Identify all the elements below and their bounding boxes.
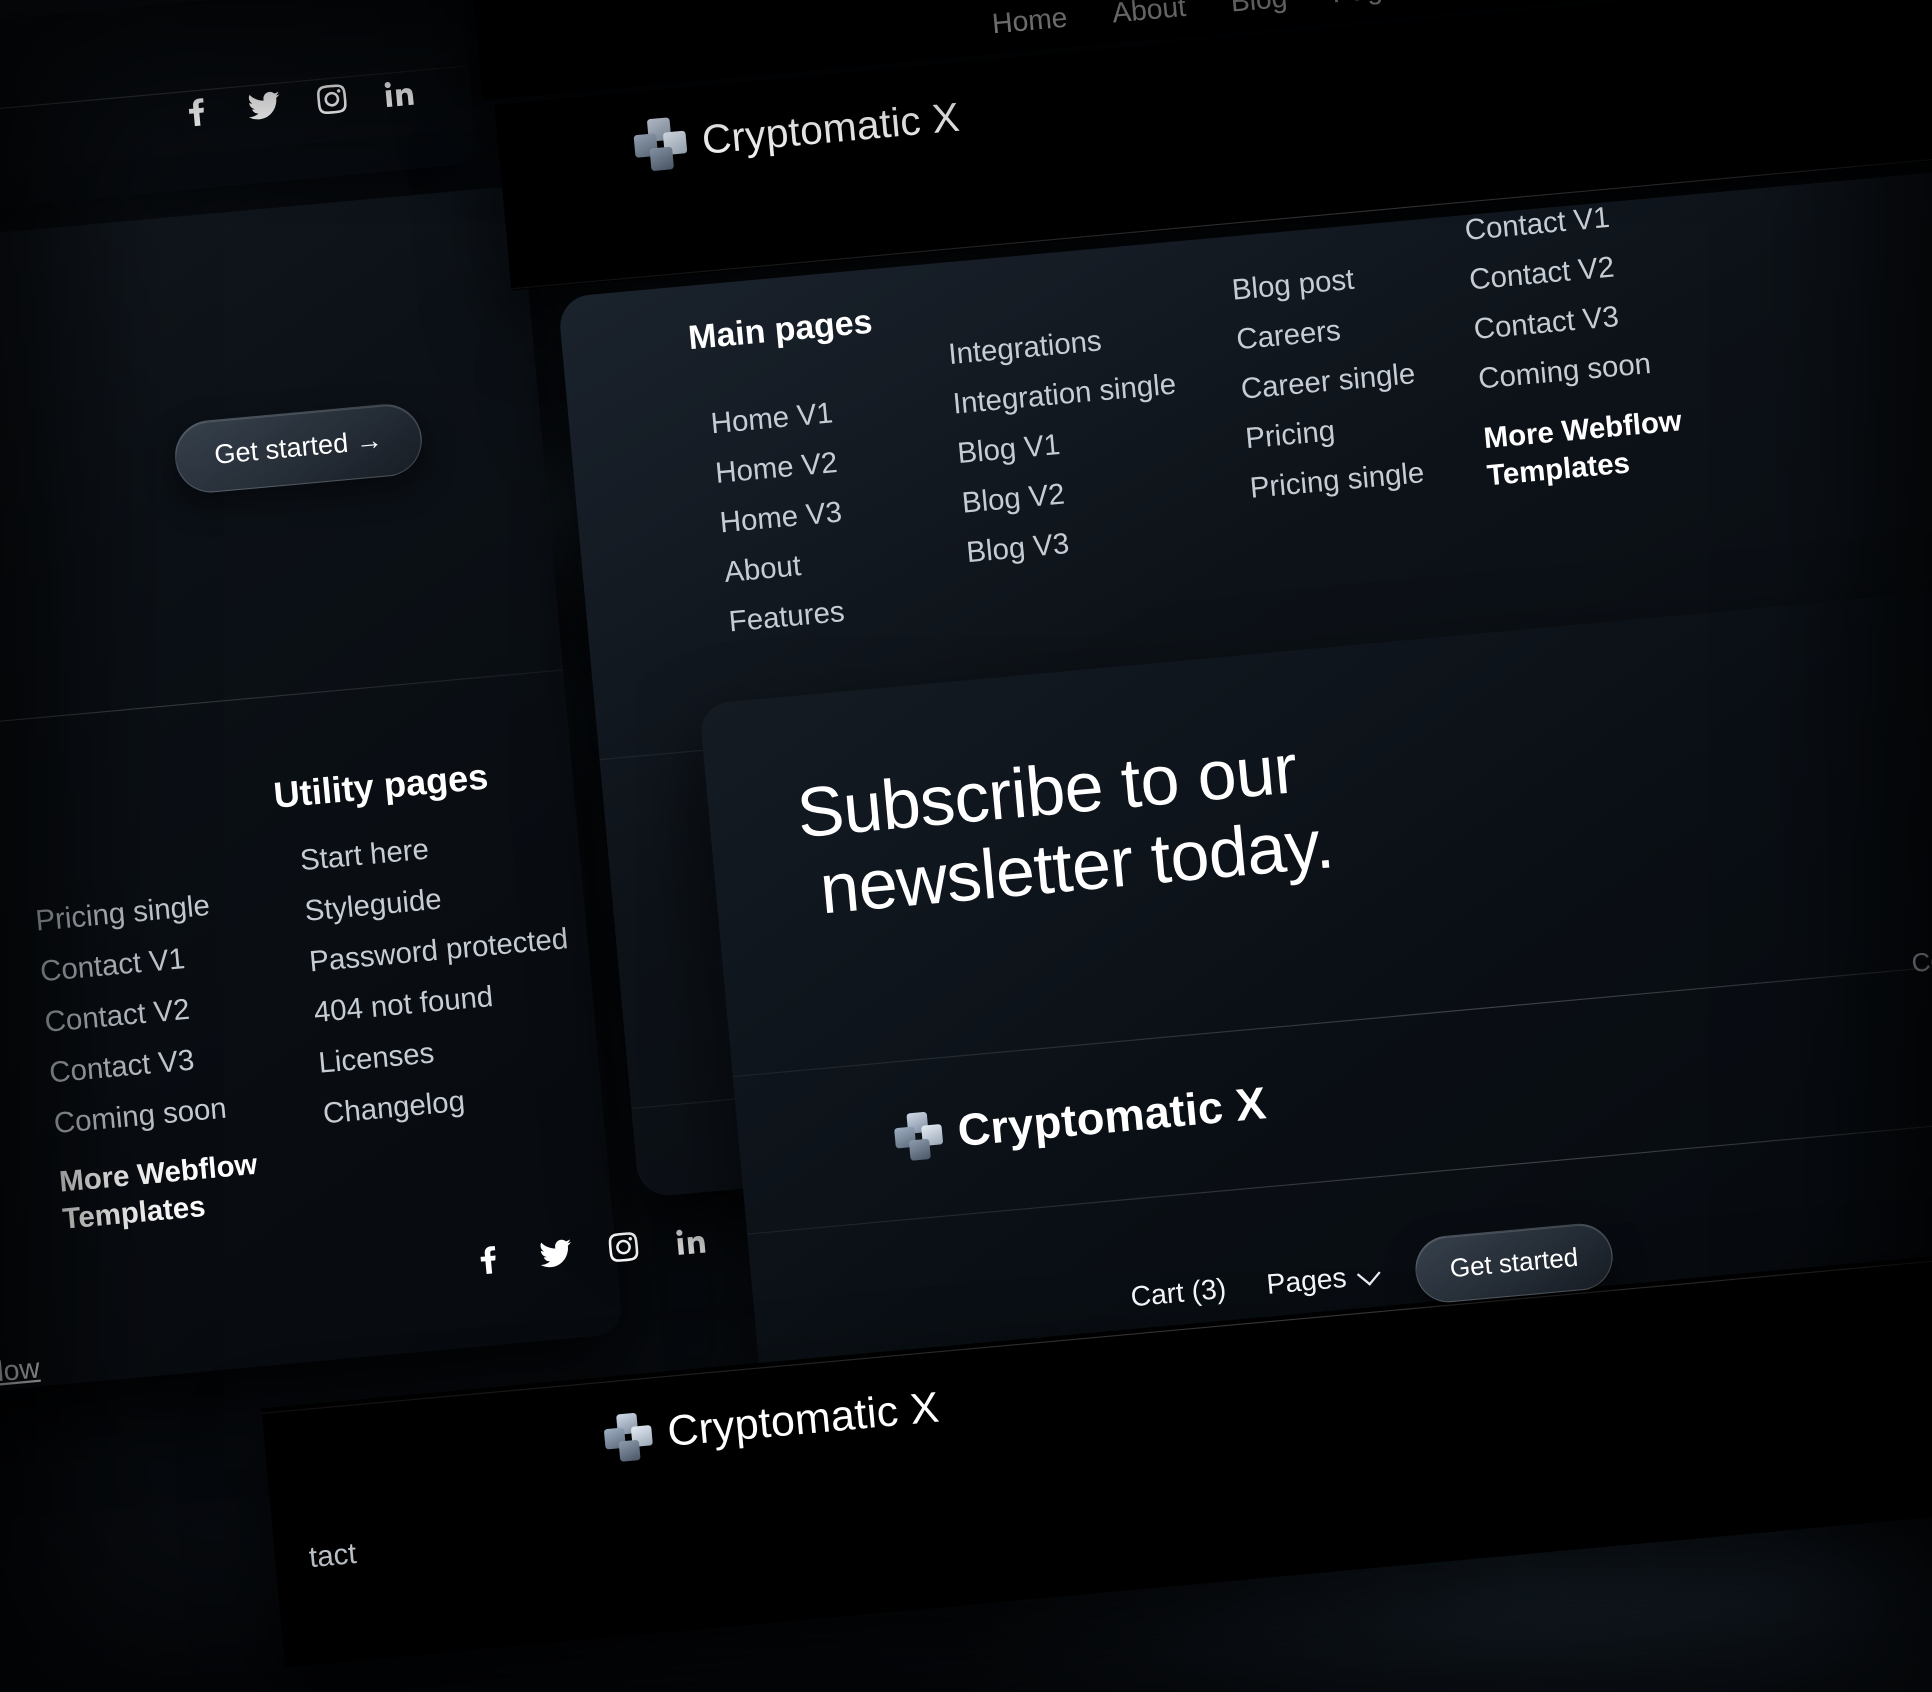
list-item[interactable]: Styleguide bbox=[303, 870, 565, 928]
list-item[interactable]: Home V2 bbox=[714, 445, 839, 491]
cross-logo-icon bbox=[632, 116, 688, 172]
list-item[interactable]: Contact V2 bbox=[1468, 242, 1696, 297]
left-contact-links-column: Pricing single Contact V1 Contact V2 Con… bbox=[34, 883, 289, 1237]
bottom-nav-cart[interactable]: Cart (3) bbox=[1129, 1273, 1227, 1314]
list-item[interactable]: Contact V3 bbox=[48, 1035, 276, 1090]
instagram-icon[interactable] bbox=[603, 1226, 645, 1268]
list-item[interactable]: Licenses bbox=[317, 1022, 579, 1080]
bottom-nav-pages[interactable]: Pages bbox=[1265, 1259, 1381, 1301]
list-item[interactable]: Contact V1 bbox=[1463, 193, 1691, 248]
cross-logo-icon bbox=[893, 1110, 945, 1162]
linkedin-icon[interactable] bbox=[670, 1220, 712, 1262]
dropdown-column-blog: Blog post Careers Career single Pricing … bbox=[1230, 257, 1425, 506]
screenshot-root: flow Get started → Utility pages g V1 g … bbox=[0, 0, 1932, 1692]
linkedin-icon[interactable] bbox=[378, 72, 420, 114]
list-item[interactable]: About bbox=[723, 544, 848, 590]
dropdown-column-main: Home V1 Home V2 Home V3 About Features bbox=[709, 395, 852, 639]
twitter-icon[interactable] bbox=[243, 85, 285, 127]
dropdown-column-integrations: Integrations Integration single Blog V1 … bbox=[947, 317, 1191, 570]
facebook-icon[interactable] bbox=[468, 1238, 510, 1280]
list-item[interactable]: Blog V2 bbox=[960, 465, 1186, 520]
list-item[interactable]: Careers bbox=[1235, 306, 1412, 357]
bottom-nav-pages-label: Pages bbox=[1265, 1261, 1348, 1301]
twitter-icon[interactable] bbox=[535, 1232, 577, 1274]
perspective-scene: flow Get started → Utility pages g V1 g … bbox=[0, 0, 1932, 1692]
list-item[interactable]: 404 not found bbox=[312, 972, 574, 1030]
list-item[interactable]: Password protected bbox=[308, 921, 570, 979]
cross-logo-icon bbox=[603, 1411, 655, 1463]
list-item[interactable]: Home V3 bbox=[718, 494, 843, 540]
chevron-down-icon bbox=[1356, 1261, 1381, 1286]
list-item[interactable]: Contact V1 bbox=[39, 934, 267, 989]
nav-home[interactable]: Home bbox=[991, 2, 1069, 41]
dropdown-column-contact: Contact V1 Contact V2 Contact V3 Coming … bbox=[1463, 193, 1714, 494]
list-item[interactable]: Pricing bbox=[1244, 405, 1421, 456]
powered-by-webflow[interactable]: owered by Webflow bbox=[0, 1353, 41, 1408]
list-item[interactable]: Contact V3 bbox=[1472, 292, 1700, 347]
list-item[interactable]: Coming soon bbox=[52, 1086, 280, 1141]
list-item[interactable]: Coming soon bbox=[1477, 341, 1705, 396]
instagram-icon[interactable] bbox=[311, 78, 353, 120]
list-item[interactable]: Integration single bbox=[951, 366, 1177, 421]
facebook-icon[interactable] bbox=[176, 91, 218, 133]
list-item[interactable]: Career single bbox=[1239, 356, 1416, 407]
left-utility-links-column: Start here Styleguide Password protected… bbox=[299, 820, 584, 1132]
list-item[interactable]: Blog V1 bbox=[956, 416, 1182, 471]
list-item[interactable]: Contact V2 bbox=[43, 984, 271, 1039]
bottom-cut-label[interactable]: tact bbox=[308, 1536, 358, 1575]
